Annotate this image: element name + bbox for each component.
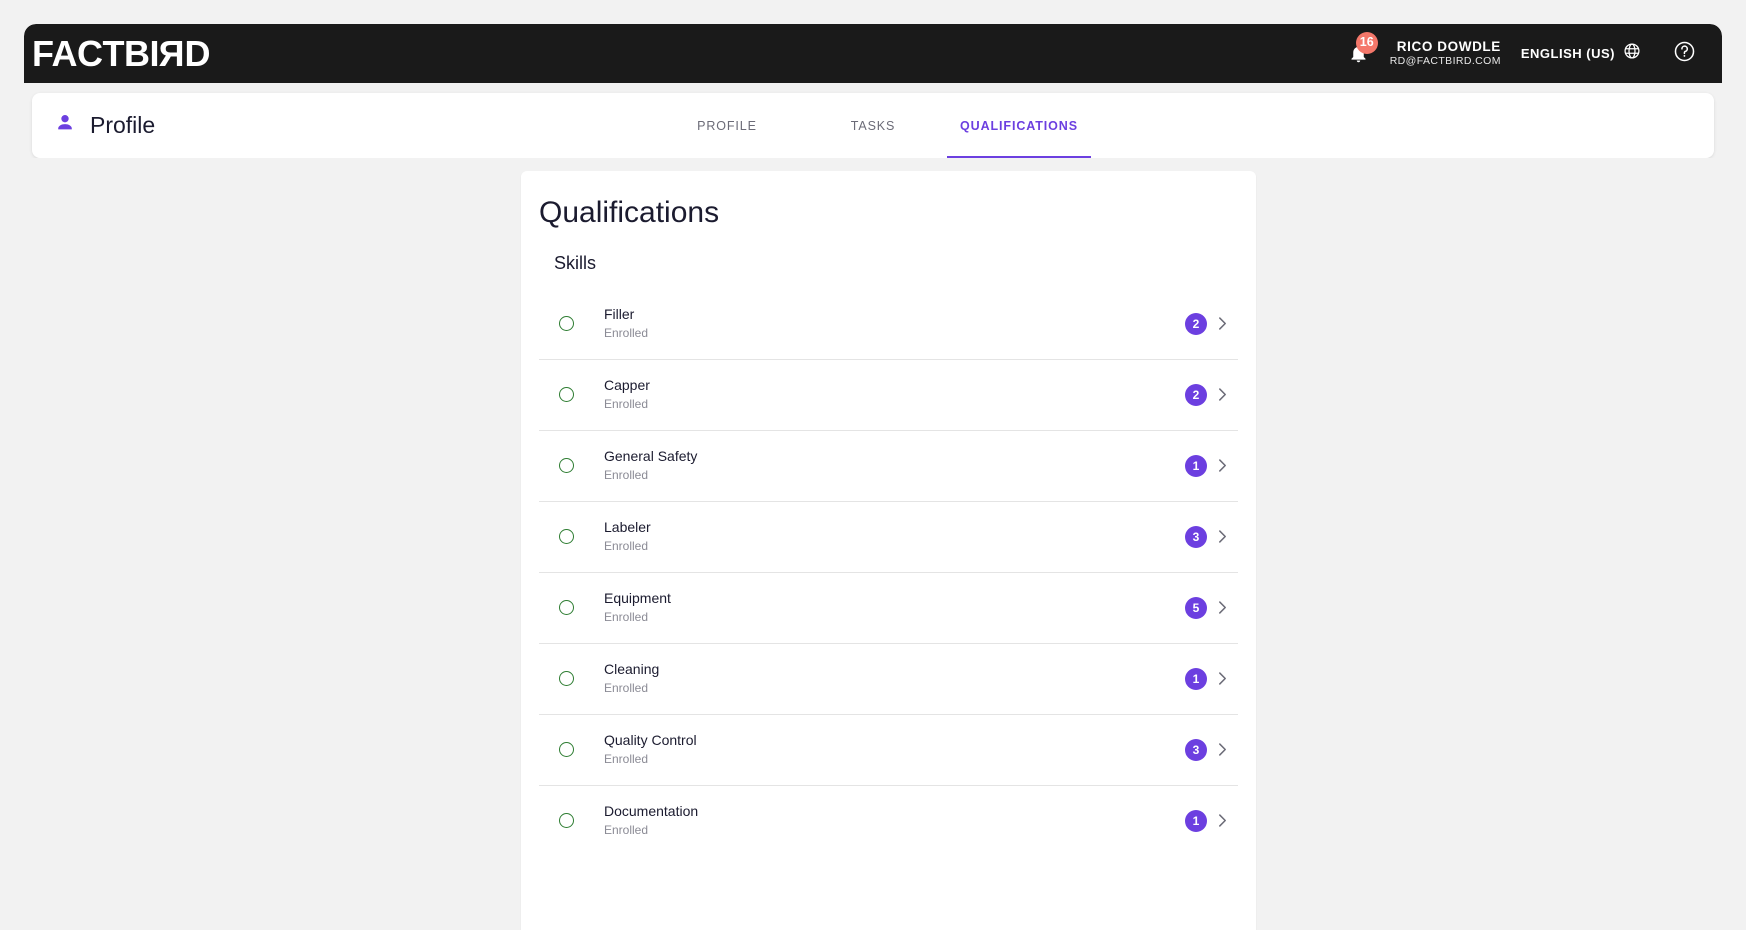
chevron-right-icon[interactable] [1216, 528, 1228, 546]
row-right-group: 1 [1185, 454, 1228, 477]
chevron-right-icon[interactable] [1216, 599, 1228, 617]
notification-count-badge: 16 [1355, 31, 1378, 54]
chevron-right-icon[interactable] [1216, 741, 1228, 759]
logo-text-before: FACTBI [32, 32, 160, 74]
skills-section-heading: Skills [554, 253, 597, 273]
skill-name: General Safety [604, 448, 698, 465]
skill-count-badge: 3 [1185, 738, 1207, 761]
row-right-group: 2 [1185, 312, 1228, 335]
list-item[interactable]: Quality Control Enrolled 3 [539, 714, 1238, 785]
skill-text-group: Cleaning Enrolled [604, 661, 659, 696]
skill-text-group: Documentation Enrolled [604, 803, 698, 838]
skill-count-badge: 3 [1185, 525, 1207, 548]
circle-outline-icon [559, 387, 574, 402]
list-item[interactable]: Filler Enrolled 2 [539, 288, 1238, 359]
skill-status: Enrolled [604, 609, 649, 624]
page-title-group: Profile [54, 112, 155, 139]
circle-outline-icon [559, 529, 574, 544]
skill-name: Filler [604, 306, 635, 323]
list-item[interactable]: Labeler Enrolled 3 [539, 501, 1238, 572]
circle-outline-icon [559, 458, 574, 473]
row-right-group: 1 [1185, 809, 1228, 832]
list-item[interactable]: Cleaning Enrolled 1 [539, 643, 1238, 714]
chevron-right-icon[interactable] [1216, 457, 1228, 475]
skill-name: Capper [604, 377, 650, 394]
circle-outline-icon [559, 742, 574, 757]
top-navigation-bar: FACTBI R D 16 RICO DOWDLE RD@FACTBIRD.COM … [24, 24, 1722, 83]
skill-text-group: Equipment Enrolled [604, 590, 671, 625]
tab-profile[interactable]: PROFILE [654, 93, 800, 158]
skill-status: Enrolled [604, 396, 649, 411]
user-account[interactable]: RICO DOWDLE RD@FACTBIRD.COM [1390, 39, 1501, 67]
row-right-group: 3 [1185, 525, 1228, 548]
app-window: FACTBI R D 16 RICO DOWDLE RD@FACTBIRD.COM … [24, 24, 1722, 930]
globe-icon [1623, 42, 1641, 65]
skill-text-group: Capper Enrolled [604, 377, 650, 412]
row-right-group: 5 [1185, 596, 1228, 619]
row-right-group: 2 [1185, 383, 1228, 406]
skill-name: Quality Control [604, 732, 697, 749]
profile-tabs: PROFILE TASKS QUALIFICATIONS [654, 93, 1092, 158]
skill-name: Documentation [604, 803, 699, 820]
qualifications-heading: Qualifications [539, 196, 720, 229]
skill-count-badge: 2 [1185, 312, 1207, 335]
list-item[interactable]: Documentation Enrolled 1 [539, 785, 1238, 856]
language-label: ENGLISH (US) [1520, 46, 1615, 61]
skill-status: Enrolled [604, 467, 649, 482]
list-item[interactable]: Equipment Enrolled 5 [539, 572, 1238, 643]
chevron-right-icon[interactable] [1216, 670, 1228, 688]
help-button[interactable] [1673, 40, 1696, 68]
tab-tasks-label: TASKS [850, 118, 896, 133]
skill-status: Enrolled [604, 751, 649, 766]
topbar-right-controls: 16 RICO DOWDLE RD@FACTBIRD.COM ENGLISH (… [1342, 31, 1722, 74]
skills-list: Filler Enrolled 2 Capper Enrolled 2 Gene… [539, 288, 1238, 856]
help-circle-icon [1673, 40, 1696, 68]
content-area: Qualifications Skills Filler Enrolled 2 [24, 158, 1722, 930]
tab-tasks[interactable]: TASKS [800, 93, 946, 158]
skill-count-badge: 1 [1185, 667, 1207, 690]
skill-name: Equipment [604, 590, 671, 607]
chevron-right-icon[interactable] [1216, 386, 1228, 404]
user-name: RICO DOWDLE [1396, 39, 1501, 55]
language-selector[interactable]: ENGLISH (US) [1521, 42, 1641, 65]
list-item[interactable]: Capper Enrolled 2 [539, 359, 1238, 430]
skill-name: Cleaning [604, 661, 660, 678]
qualifications-card: Qualifications Skills Filler Enrolled 2 [521, 171, 1256, 930]
skill-name: Labeler [604, 519, 651, 536]
skill-count-badge: 1 [1185, 454, 1207, 477]
list-item[interactable]: General Safety Enrolled 1 [539, 430, 1238, 501]
skill-text-group: Filler Enrolled [604, 306, 648, 341]
circle-outline-icon [559, 600, 574, 615]
person-icon [54, 112, 76, 139]
factbird-logo[interactable]: FACTBI R D [32, 32, 211, 74]
tab-qualifications-label: QUALIFICATIONS [960, 118, 1078, 133]
skill-count-badge: 1 [1185, 809, 1207, 832]
chevron-right-icon[interactable] [1216, 812, 1228, 830]
logo-flipped-r: R [159, 32, 185, 74]
skill-status: Enrolled [604, 538, 649, 553]
row-right-group: 3 [1185, 738, 1228, 761]
notifications-button[interactable]: 16 [1342, 31, 1378, 74]
row-right-group: 1 [1185, 667, 1228, 690]
tab-profile-label: PROFILE [697, 118, 757, 133]
skill-text-group: General Safety Enrolled [604, 448, 697, 483]
circle-outline-icon [559, 813, 574, 828]
skill-status: Enrolled [604, 325, 649, 340]
skill-count-badge: 2 [1185, 383, 1207, 406]
logo-text-after: D [184, 32, 211, 74]
skill-text-group: Labeler Enrolled [604, 519, 651, 554]
profile-header-card: Profile PROFILE TASKS QUALIFICATIONS [32, 93, 1714, 158]
tab-qualifications[interactable]: QUALIFICATIONS [946, 93, 1092, 158]
page-title: Profile [90, 112, 156, 138]
skill-text-group: Quality Control Enrolled [604, 732, 697, 767]
user-email: RD@FACTBIRD.COM [1389, 55, 1501, 68]
circle-outline-icon [559, 316, 574, 331]
skill-status: Enrolled [604, 822, 649, 837]
chevron-right-icon[interactable] [1216, 315, 1228, 333]
circle-outline-icon [559, 671, 574, 686]
skill-status: Enrolled [604, 680, 649, 695]
skill-count-badge: 5 [1185, 596, 1207, 619]
